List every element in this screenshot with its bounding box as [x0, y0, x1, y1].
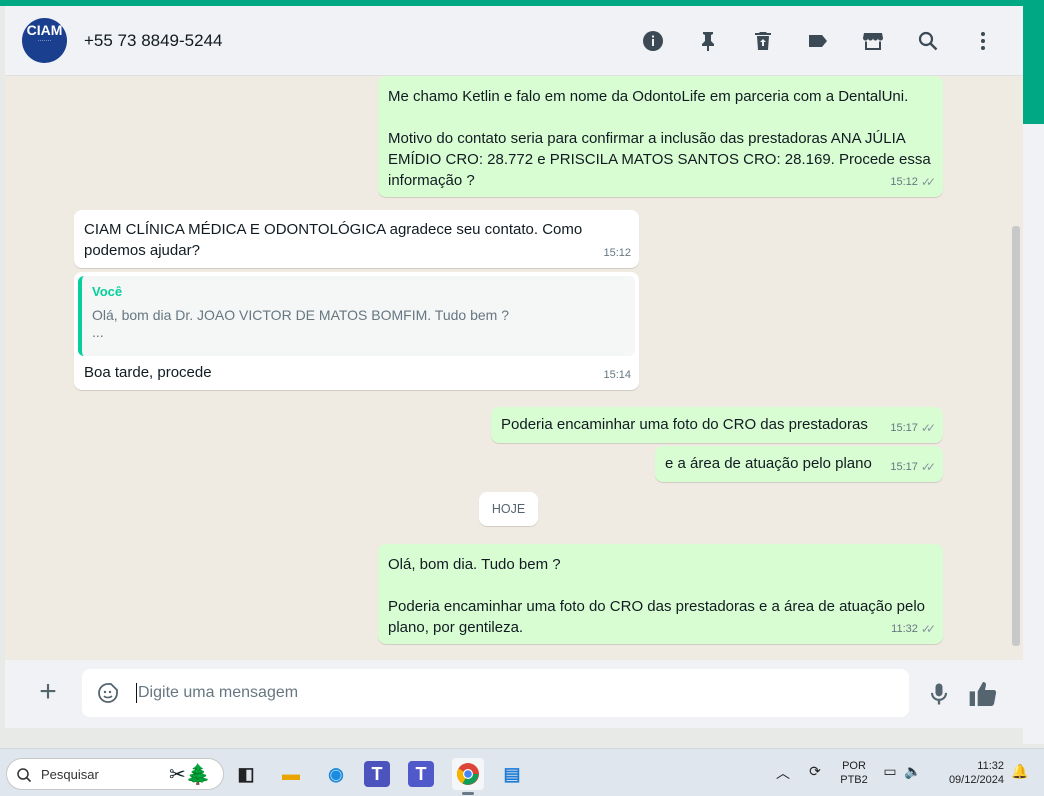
- contact-name[interactable]: +55 73 8849-5244: [84, 31, 223, 51]
- message-time: 15:17: [890, 422, 918, 434]
- notification-icon[interactable]: 🔔: [1010, 763, 1030, 783]
- message-input-box[interactable]: [82, 669, 909, 717]
- quote-author: Você: [92, 284, 123, 299]
- message-text: CIAM CLÍNICA MÉDICA E ODONTOLÓGICA agrad…: [84, 221, 587, 259]
- message-outgoing[interactable]: Olá, bom dia. Tudo bem ? Poderia encamin…: [378, 544, 943, 644]
- microphone-icon[interactable]: [925, 680, 953, 708]
- file-explorer-icon[interactable]: ▬: [275, 758, 307, 790]
- background-strip: [1023, 124, 1044, 744]
- search-icon: [17, 768, 32, 783]
- avatar[interactable]: CIAM ·······: [22, 18, 67, 63]
- chat-header: CIAM ······· +55 73 8849-5244: [5, 6, 1023, 76]
- message-meta: 11:32 ✓✓: [891, 619, 936, 640]
- day-separator: HOJE: [479, 492, 538, 526]
- message-meta: 15:17 ✓✓: [890, 457, 936, 478]
- message-outgoing[interactable]: e a área de atuação pelo plano 15:17 ✓✓: [655, 446, 943, 482]
- message-time: 15:14: [603, 369, 631, 381]
- search-icon[interactable]: [913, 26, 943, 56]
- display-icon[interactable]: ▭: [880, 763, 900, 783]
- quoted-message[interactable]: Você Olá, bom dia Dr. JOAO VICTOR DE MAT…: [78, 276, 635, 356]
- read-ticks-icon: ✓✓: [920, 421, 936, 435]
- more-icon[interactable]: [968, 26, 998, 56]
- composer-bar: +: [5, 660, 1023, 728]
- chat-scrollbar[interactable]: [1012, 226, 1020, 646]
- keyboard-layout: PTB2: [840, 774, 868, 786]
- message-meta: 15:14: [603, 365, 631, 386]
- message-outgoing[interactable]: Me chamo Ketlin e falo em nome da Odonto…: [378, 76, 943, 197]
- taskbar-search[interactable]: Pesquisar ✂🌲: [6, 758, 224, 790]
- thumbs-up-icon[interactable]: [967, 678, 999, 710]
- read-ticks-icon: ✓✓: [920, 622, 936, 636]
- message-meta: 15:12: [603, 243, 631, 264]
- avatar-subtext: ·······: [37, 38, 52, 44]
- message-meta: 15:12 ✓✓: [890, 172, 936, 193]
- avatar-text: CIAM: [26, 22, 63, 38]
- volume-icon[interactable]: 🔈: [903, 763, 923, 783]
- clock-time: 11:32: [977, 760, 1004, 772]
- taskbar-search-placeholder: Pesquisar: [41, 767, 99, 782]
- message-incoming-reply[interactable]: Você Olá, bom dia Dr. JOAO VICTOR DE MAT…: [74, 272, 639, 390]
- notepad-icon[interactable]: ▤: [496, 758, 528, 790]
- active-app-indicator: [462, 792, 474, 795]
- message-input[interactable]: [138, 679, 878, 707]
- message-list[interactable]: Me chamo Ketlin e falo em nome da Odonto…: [5, 76, 1023, 660]
- message-meta: 15:17 ✓✓: [890, 418, 936, 439]
- teams-work-icon[interactable]: T: [408, 761, 434, 787]
- language-indicator[interactable]: POR PTB2: [836, 759, 872, 787]
- search-highlight-icon: ✂🌲: [169, 764, 211, 786]
- info-icon[interactable]: [638, 26, 668, 56]
- message-text: Boa tarde, procede: [84, 364, 212, 381]
- message-text: Me chamo Ketlin e falo em nome da Odonto…: [388, 88, 931, 189]
- quote-ellipsis: ...: [92, 324, 104, 340]
- quote-text: Olá, bom dia Dr. JOAO VICTOR DE MATOS BO…: [92, 307, 509, 323]
- pin-icon[interactable]: [693, 26, 723, 56]
- chat-window: CIAM ······· +55 73 8849-5244 Me chamo K…: [5, 6, 1023, 728]
- teams-icon[interactable]: T: [364, 761, 390, 787]
- read-ticks-icon: ✓✓: [920, 460, 936, 474]
- sync-icon[interactable]: ⟳: [805, 763, 825, 783]
- read-ticks-icon: ✓✓: [920, 175, 936, 189]
- sticker-emoji-icon[interactable]: [96, 681, 120, 705]
- trash-icon[interactable]: [748, 26, 778, 56]
- clock-date: 09/12/2024: [948, 774, 1004, 786]
- store-icon[interactable]: [858, 26, 888, 56]
- message-time: 15:17: [890, 461, 918, 473]
- message-incoming[interactable]: CIAM CLÍNICA MÉDICA E ODONTOLÓGICA agrad…: [74, 210, 639, 268]
- windows-taskbar: Pesquisar ✂🌲 ◧ ▬ ◉ T T ▤ ︿ ⟳ POR PTB2 ▭ …: [0, 748, 1044, 796]
- attach-plus-icon[interactable]: +: [33, 677, 63, 708]
- language-code: POR: [842, 760, 866, 772]
- text-caret: [136, 683, 137, 703]
- label-icon[interactable]: [803, 26, 833, 56]
- message-time: 11:32: [891, 623, 918, 635]
- chrome-icon[interactable]: [452, 758, 484, 790]
- message-time: 15:12: [603, 247, 631, 259]
- background-accent-strip: [1023, 6, 1044, 124]
- message-outgoing[interactable]: Poderia encaminhar uma foto do CRO das p…: [491, 407, 943, 443]
- task-view-icon[interactable]: ◧: [230, 758, 262, 790]
- edge-browser-icon[interactable]: ◉: [320, 758, 352, 790]
- message-time: 15:12: [890, 176, 918, 188]
- chevron-up-icon[interactable]: ︿: [773, 763, 793, 783]
- message-text: Poderia encaminhar uma foto do CRO das p…: [501, 416, 868, 433]
- message-text: Olá, bom dia. Tudo bem ? Poderia encamin…: [388, 556, 925, 636]
- clock[interactable]: 11:32 09/12/2024: [936, 759, 1004, 787]
